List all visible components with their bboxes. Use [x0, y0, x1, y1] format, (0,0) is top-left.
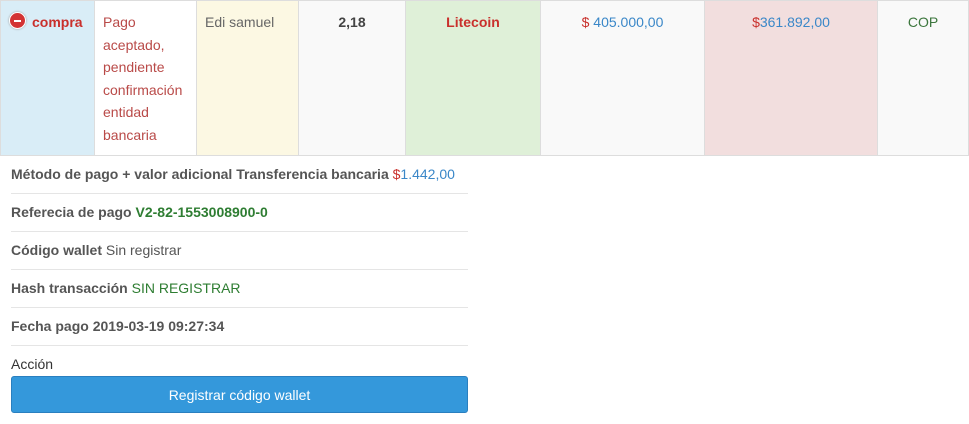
order-price-cell: $ 405.000,00	[540, 0, 705, 156]
order-amount: 2,18	[338, 14, 366, 30]
order-price: 405.000,00	[589, 14, 664, 30]
order-currency: COP	[907, 14, 939, 30]
payment-reference-row: Referecia de pago V2-82-1553008900-0	[11, 194, 468, 232]
order-type: compra	[32, 14, 83, 30]
transaction-hash-label: Hash transacción	[11, 280, 128, 296]
register-wallet-button[interactable]: Registrar código wallet	[11, 376, 468, 413]
wallet-code-row: Código wallet Sin registrar	[11, 232, 468, 270]
transaction-hash-row: Hash transacción SIN REGISTRAR	[11, 270, 468, 308]
payment-method-row: Método de pago + valor adicional Transfe…	[11, 156, 468, 194]
order-coin-cell: Litecoin	[405, 0, 541, 156]
payment-reference-label: Referecia de pago	[11, 204, 132, 220]
payment-date-label: Fecha pago	[11, 318, 89, 334]
payment-date-row: Fecha pago 2019-03-19 09:27:34	[11, 308, 468, 346]
order-details: Método de pago + valor adicional Transfe…	[11, 156, 468, 413]
order-row: compra Pago aceptado, pendiente confirma…	[0, 0, 969, 156]
order-total-cell: $361.892,00	[704, 0, 878, 156]
payment-method-label: Método de pago + valor adicional Transfe…	[11, 166, 389, 182]
order-total: 361.892,00	[759, 14, 830, 30]
payment-method-value: 1.442,00	[400, 166, 455, 182]
wallet-code-value: Sin registrar	[105, 242, 182, 258]
order-user: Edi samuel	[205, 14, 275, 30]
action-label: Acción	[11, 356, 54, 372]
order-coin: Litecoin	[446, 14, 500, 30]
total-currency-symbol: $	[752, 14, 760, 30]
payment-date-value: 2019-03-19 09:27:34	[92, 318, 225, 334]
order-status: Pago aceptado, pendiente confirmación en…	[103, 14, 183, 143]
order-type-cell[interactable]: compra	[0, 0, 95, 156]
order-user-cell: Edi samuel	[196, 0, 299, 156]
transaction-hash-value: SIN REGISTRAR	[131, 280, 241, 296]
payment-reference-value: V2-82-1553008900-0	[135, 204, 268, 220]
order-table: compra Pago aceptado, pendiente confirma…	[0, 0, 969, 156]
wallet-code-label: Código wallet	[11, 242, 102, 258]
order-currency-cell: COP	[877, 0, 969, 156]
order-amount-cell: 2,18	[298, 0, 406, 156]
order-status-cell: Pago aceptado, pendiente confirmación en…	[94, 0, 197, 156]
minus-circle-icon[interactable]	[9, 12, 26, 29]
action-row: Acción	[11, 346, 468, 376]
